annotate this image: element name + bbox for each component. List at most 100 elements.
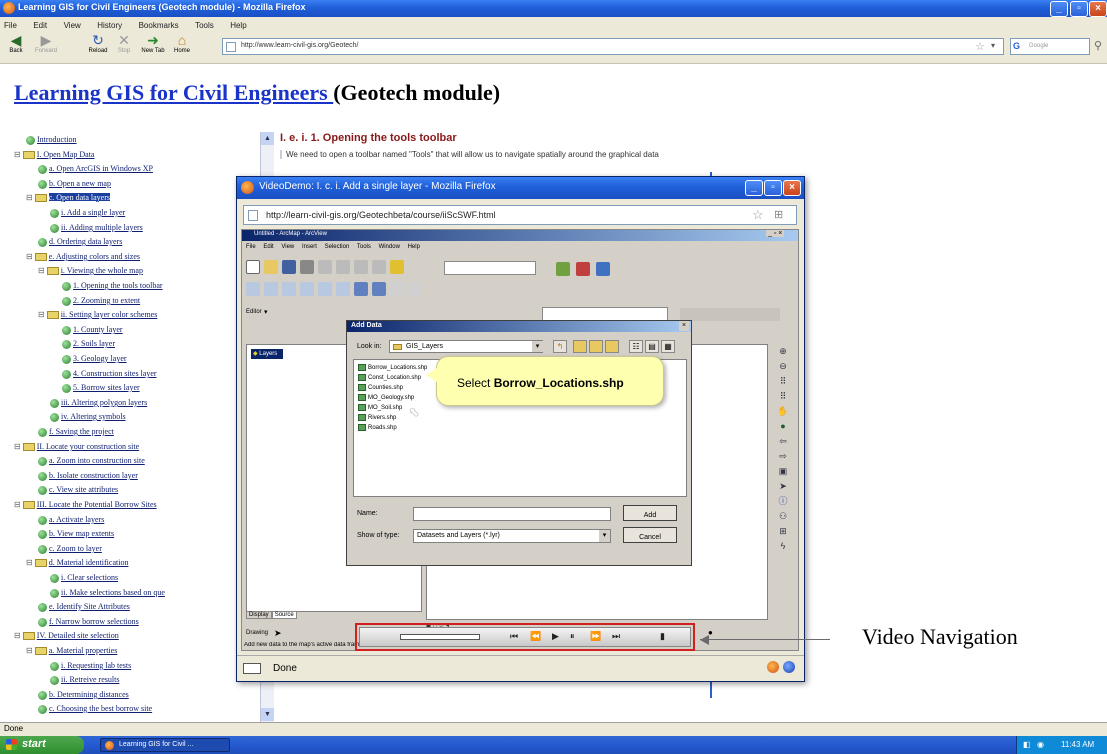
scroll-up-arrow-icon[interactable]: ▲ xyxy=(261,132,274,145)
editor-dropdown-icon[interactable]: ▾ xyxy=(264,308,268,316)
forward-button[interactable]: ▶ Forward xyxy=(32,32,60,54)
pan-tool-icon[interactable] xyxy=(282,282,296,296)
close-button[interactable]: × xyxy=(1089,1,1107,17)
tree-item[interactable]: ⊟ i. Viewing the whole map xyxy=(38,265,143,277)
expand-toggle-icon[interactable]: ⊟ xyxy=(38,266,45,275)
video-minimize-button[interactable]: _ xyxy=(745,180,763,196)
catalog-icon[interactable] xyxy=(605,340,619,353)
arcmap-menu-edit[interactable]: Edit xyxy=(263,244,273,250)
hyperlink-icon[interactable]: ϟ xyxy=(774,539,792,554)
file-list-item[interactable]: MO_Geology.shp xyxy=(358,394,414,404)
file-list-item[interactable]: Const_Location.shp xyxy=(358,374,421,384)
menu-history[interactable]: History xyxy=(97,21,122,30)
start-button[interactable]: start xyxy=(0,736,84,754)
tree-item[interactable]: ii. Retreive results xyxy=(50,674,119,686)
file-list-item[interactable]: Rivers.shp xyxy=(358,414,396,424)
binoculars-icon[interactable]: ⚇ xyxy=(774,509,792,524)
tree-item[interactable]: a. Zoom into construction site xyxy=(38,455,145,467)
expand-toggle-icon[interactable]: ⊟ xyxy=(14,631,21,640)
arcmap-window-controls[interactable]: _ ▫ × xyxy=(766,230,785,237)
chevron-down-icon[interactable]: ▾ xyxy=(532,341,543,352)
next-extent-icon[interactable]: ⇨ xyxy=(774,449,792,464)
toc-layers-item[interactable]: ◆ Layers xyxy=(251,349,284,359)
tree-item[interactable]: ⊟ III. Locate the Potential Borrow Sites xyxy=(14,499,157,511)
video-close-button[interactable]: × xyxy=(783,180,801,196)
back-extent-icon[interactable] xyxy=(354,282,368,296)
search-icon[interactable]: ⚲ xyxy=(1094,39,1102,52)
arcmap-menu-view[interactable]: View xyxy=(281,244,294,250)
tree-item[interactable]: iii. Altering polygon layers xyxy=(50,397,147,409)
zoom-in-icon[interactable]: ⊕ xyxy=(774,344,792,359)
zoom-out-icon[interactable]: ⊖ xyxy=(774,359,792,374)
forward-extent-icon[interactable] xyxy=(372,282,386,296)
up-one-level-icon[interactable]: ↰ xyxy=(553,340,567,353)
menu-view[interactable]: View xyxy=(64,21,81,30)
copy-icon[interactable] xyxy=(336,260,350,274)
drawing-menu[interactable]: Drawing xyxy=(246,630,268,636)
print-icon[interactable] xyxy=(300,260,314,274)
tree-item[interactable]: 1. County layer xyxy=(62,324,123,336)
tree-item[interactable]: ⊟ d. Material identification xyxy=(26,557,128,569)
tree-item[interactable]: ⊟ I. Open Map Data xyxy=(14,149,94,161)
arcmap-menu-tools[interactable]: Tools xyxy=(357,244,371,250)
identify-icon[interactable] xyxy=(390,282,404,296)
file-list-item[interactable]: Borrow_Locations.shp xyxy=(358,364,427,374)
info-icon[interactable]: ⓘ xyxy=(774,494,792,509)
url-dropdown-icon[interactable]: ▾ xyxy=(991,41,995,50)
expand-toggle-icon[interactable]: ⊟ xyxy=(26,252,33,261)
add-data-close-button[interactable]: × xyxy=(679,321,689,331)
edit-target-box[interactable] xyxy=(542,307,668,321)
tree-item[interactable]: 3. Geology layer xyxy=(62,353,127,365)
stop-button[interactable]: ✕ Stop xyxy=(114,32,134,54)
full-extent-icon[interactable] xyxy=(300,282,314,296)
tree-item[interactable]: ⊟ ii. Setting layer color schemes xyxy=(38,309,157,321)
tree-item[interactable]: a. Activate layers xyxy=(38,514,104,526)
scale-box[interactable] xyxy=(444,261,536,275)
tree-item[interactable]: 2. Zooming to extent xyxy=(62,295,140,307)
menu-bookmarks[interactable]: Bookmarks xyxy=(139,21,179,30)
new-document-icon[interactable] xyxy=(246,260,260,274)
file-list-item[interactable]: Roads.shp xyxy=(358,424,397,434)
tree-item[interactable]: b. Open a new map xyxy=(38,178,111,190)
expand-toggle-icon[interactable]: ⊟ xyxy=(14,150,21,159)
tree-item[interactable]: ⊟ a. Material properties xyxy=(26,645,117,657)
menu-edit[interactable]: Edit xyxy=(33,21,47,30)
pan-hand-icon[interactable]: ✋ xyxy=(774,404,792,419)
back-button[interactable]: ◀ Back xyxy=(4,32,28,54)
menu-tools[interactable]: Tools xyxy=(195,21,214,30)
arctoolbox-icon[interactable] xyxy=(576,262,590,276)
tree-item[interactable]: c. Zoom to layer xyxy=(38,543,102,555)
tree-item[interactable]: ⊟ IV. Detailed site selection xyxy=(14,630,119,642)
save-icon[interactable] xyxy=(282,260,296,274)
list-view-icon[interactable]: ☷ xyxy=(629,340,643,353)
arcmap-menu-selection[interactable]: Selection xyxy=(325,244,350,250)
details-view-icon[interactable]: ▤ xyxy=(645,340,659,353)
editor-toolbar-icon[interactable] xyxy=(556,262,570,276)
thumbnail-view-icon[interactable]: ▦ xyxy=(661,340,675,353)
expand-toggle-icon[interactable]: ⊟ xyxy=(26,646,33,655)
minimize-button[interactable]: _ xyxy=(1050,1,1068,17)
tree-item[interactable]: 1. Opening the tools toolbar xyxy=(62,280,163,292)
file-list-item[interactable]: MO_Soil.shp xyxy=(358,404,402,414)
tree-item[interactable]: c. View site attributes xyxy=(38,484,118,496)
globe-icon[interactable]: ● xyxy=(774,419,792,434)
paste-icon[interactable] xyxy=(354,260,368,274)
drawing-pointer-icon[interactable]: ➤ xyxy=(274,628,282,639)
tree-item[interactable]: e. Identify Site Attributes xyxy=(38,601,130,613)
name-input[interactable] xyxy=(413,507,611,521)
type-select[interactable]: Datasets and Layers (*.lyr) ▾ xyxy=(413,529,611,543)
tree-item[interactable]: b. Isolate construction layer xyxy=(38,470,138,482)
scroll-down-arrow-icon[interactable]: ▼ xyxy=(261,708,274,721)
feed-icon[interactable]: ⊞ xyxy=(774,208,783,221)
fixed-zoom-in-icon[interactable] xyxy=(318,282,332,296)
arcmap-menu-help[interactable]: Help xyxy=(408,244,420,250)
fixed-zoom-out-tool-icon[interactable]: ⠿ xyxy=(774,389,792,404)
find-icon[interactable] xyxy=(408,282,422,296)
home-button[interactable]: ⌂ Home xyxy=(170,32,194,54)
menu-help[interactable]: Help xyxy=(230,21,246,30)
tree-item[interactable]: i. Clear selections xyxy=(50,572,118,584)
reload-button[interactable]: ↻ Reload xyxy=(86,32,110,54)
arcmap-menu-insert[interactable]: Insert xyxy=(302,244,317,250)
chevron-down-icon[interactable]: ▾ xyxy=(599,530,610,542)
tree-item[interactable]: c. Choosing the best borrow site xyxy=(38,703,152,715)
